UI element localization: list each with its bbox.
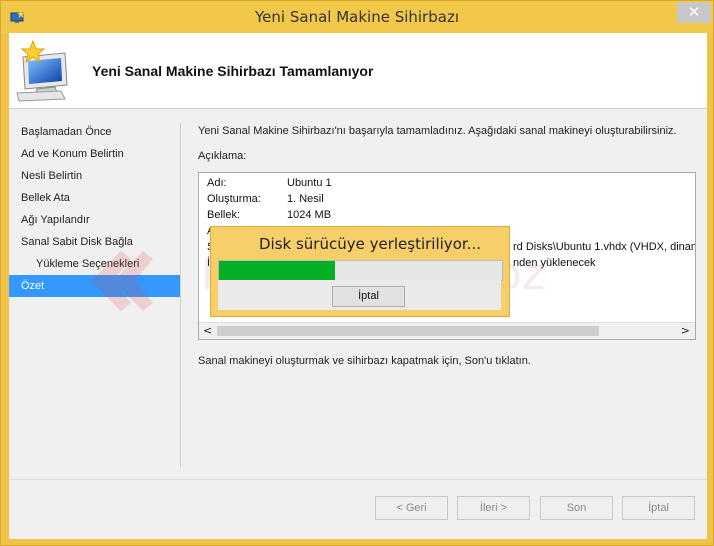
scrollbar-thumb[interactable] [217,326,599,336]
window-title: Yeni Sanal Makine Sihirbazı [255,8,459,26]
summary-row-generation: Oluşturma: 1. Nesil [207,193,324,205]
nav-step-install-options[interactable]: Yükleme Seçenekleri [9,253,181,275]
close-icon: ✕ [687,3,701,21]
wizard-header: Yeni Sanal Makine Sihirbazı Tamamlanıyor [9,33,707,109]
wizard-body: Başlamadan Önce Ad ve Konum Belirtin Nes… [9,109,707,539]
nav-step-memory[interactable]: Bellek Ata [9,187,181,209]
progress-cancel-button[interactable]: İptal [332,286,405,307]
summary-row-name: Adı: Ubuntu 1 [207,177,332,189]
cancel-button[interactable]: İptal [622,496,695,520]
horizontal-scrollbar[interactable]: < > [199,322,695,339]
new-vm-wizard-icon [16,39,68,102]
progress-dialog: Disk sürücüye yerleştiriliyor... İptal [210,226,510,317]
close-button[interactable]: ✕ [677,2,711,23]
scroll-right-icon[interactable]: > [681,324,690,337]
nav-step-virtual-disk[interactable]: Sanal Sabit Disk Bağla [9,231,181,253]
completion-message: Yeni Sanal Makine Sihirbazı'nı başarıyla… [198,125,677,137]
progress-bar [218,260,503,281]
progress-status-text: Disk sürücüye yerleştiriliyor... [259,235,481,253]
nav-step-name-location[interactable]: Ad ve Konum Belirtin [9,143,181,165]
nav-step-networking[interactable]: Ağı Yapılandır [9,209,181,231]
wizard-page-title: Yeni Sanal Makine Sihirbazı Tamamlanıyor [92,63,374,79]
nav-divider [180,123,181,467]
wizard-step-nav: Başlamadan Önce Ad ve Konum Belirtin Nes… [9,121,181,297]
progress-bar-fill [219,261,336,280]
nav-step-generation[interactable]: Nesli Belirtin [9,165,181,187]
finish-button[interactable]: Son [540,496,613,520]
scroll-left-icon[interactable]: < [203,324,212,337]
next-button[interactable]: İleri > [457,496,530,520]
back-button[interactable]: < Geri [375,496,448,520]
wizard-window: Yeni Sanal Makine Sihirbazı ✕ Yeni Sanal… [0,0,714,546]
summary-row-memory: Bellek: 1024 MB [207,209,332,221]
footer-divider [9,479,707,480]
title-bar[interactable]: Yeni Sanal Makine Sihirbazı ✕ [1,1,713,33]
description-label: Açıklama: [198,150,247,162]
nav-step-before-you-begin[interactable]: Başlamadan Önce [9,121,181,143]
finish-instruction: Sanal makineyi oluşturmak ve sihirbazı k… [198,355,531,367]
nav-step-summary[interactable]: Özet [9,275,181,297]
